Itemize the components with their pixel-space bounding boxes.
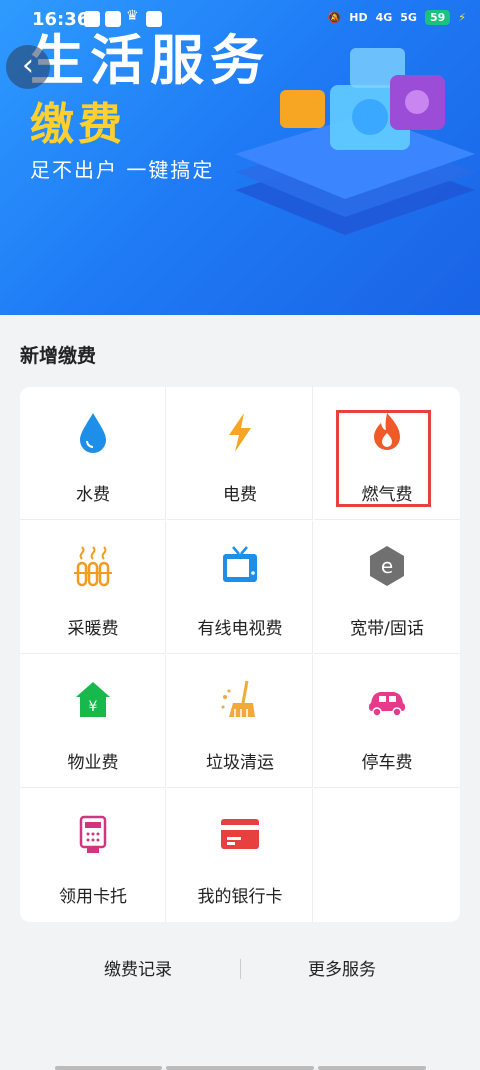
- service-bank-card[interactable]: 我的银行卡: [167, 789, 313, 922]
- service-label: 水费: [76, 485, 110, 505]
- lightning-icon: [229, 413, 251, 452]
- chevron-left-icon: ‹: [22, 48, 34, 83]
- battery-level: 59: [424, 10, 451, 25]
- banner-subtitle: 缴费: [30, 99, 126, 150]
- hero-banner: 16:36 ♛ 🔕 HD 4G 5G 59 ⚡ 生活服务 缴费 足不出户 一键搞…: [0, 0, 480, 315]
- property-house-icon: ¥: [76, 682, 110, 717]
- section-title: 新增缴费: [20, 345, 97, 367]
- signal-4g-label: 4G: [375, 11, 393, 24]
- card-reader-icon: [79, 815, 107, 853]
- back-button[interactable]: ‹: [6, 45, 50, 89]
- content-sheet: 新增缴费 水费 电费 燃气费 采暖费 有线电视费 e 宽带/固话 ¥ 物业费 垃…: [0, 315, 480, 1070]
- broom-icon: [221, 680, 255, 717]
- service-label: 宽带/固话: [350, 619, 424, 639]
- service-label: 电费: [223, 485, 257, 505]
- service-label: 垃圾清运: [206, 753, 274, 773]
- nav-bar-segment: [55, 1066, 162, 1070]
- status-right: 🔕 HD 4G 5G 59 ⚡: [328, 10, 466, 25]
- svg-text:¥: ¥: [89, 699, 98, 715]
- hd-icon: HD: [349, 11, 368, 24]
- service-label: 物业费: [67, 753, 119, 773]
- service-label: 停车费: [361, 753, 413, 773]
- footer-divider: [240, 959, 241, 979]
- footer-links: 缴费记录 更多服务: [0, 955, 480, 985]
- mute-icon: 🔕: [327, 11, 342, 24]
- empty-cell: [314, 789, 460, 922]
- charging-icon: ⚡: [458, 11, 466, 24]
- nav-bar-segment: [166, 1066, 314, 1070]
- service-water[interactable]: 水费: [20, 387, 166, 520]
- service-card-holder[interactable]: 领用卡托: [20, 789, 166, 922]
- banner-slogan: 足不出户 一键搞定: [30, 158, 215, 182]
- payment-records-link[interactable]: 缴费记录: [104, 955, 172, 980]
- service-label: 我的银行卡: [197, 887, 283, 907]
- radiator-icon: [74, 546, 112, 587]
- svg-text:e: e: [381, 554, 393, 578]
- car-icon: [369, 692, 405, 717]
- service-label: 有线电视费: [197, 619, 283, 639]
- service-cable-tv[interactable]: 有线电视费: [167, 521, 313, 654]
- service-property[interactable]: ¥ 物业费: [20, 655, 166, 788]
- service-heating[interactable]: 采暖费: [20, 521, 166, 654]
- broadband-icon: e: [370, 546, 404, 586]
- service-label: 采暖费: [67, 619, 119, 639]
- signal-5g-label: 5G: [400, 11, 417, 24]
- bank-card-icon: [221, 819, 259, 849]
- nav-bar-segment: [318, 1066, 426, 1070]
- service-broadband[interactable]: e 宽带/固话: [314, 521, 460, 654]
- service-electricity[interactable]: 电费: [167, 387, 313, 520]
- service-parking[interactable]: 停车费: [314, 655, 460, 788]
- service-label: 领用卡托: [59, 887, 127, 907]
- selection-highlight: [336, 410, 431, 507]
- more-services-link[interactable]: 更多服务: [308, 955, 376, 980]
- service-garbage[interactable]: 垃圾清运: [167, 655, 313, 788]
- water-drop-icon: [80, 413, 106, 453]
- tv-icon: [223, 546, 257, 582]
- banner-title: 生活服务: [30, 29, 270, 92]
